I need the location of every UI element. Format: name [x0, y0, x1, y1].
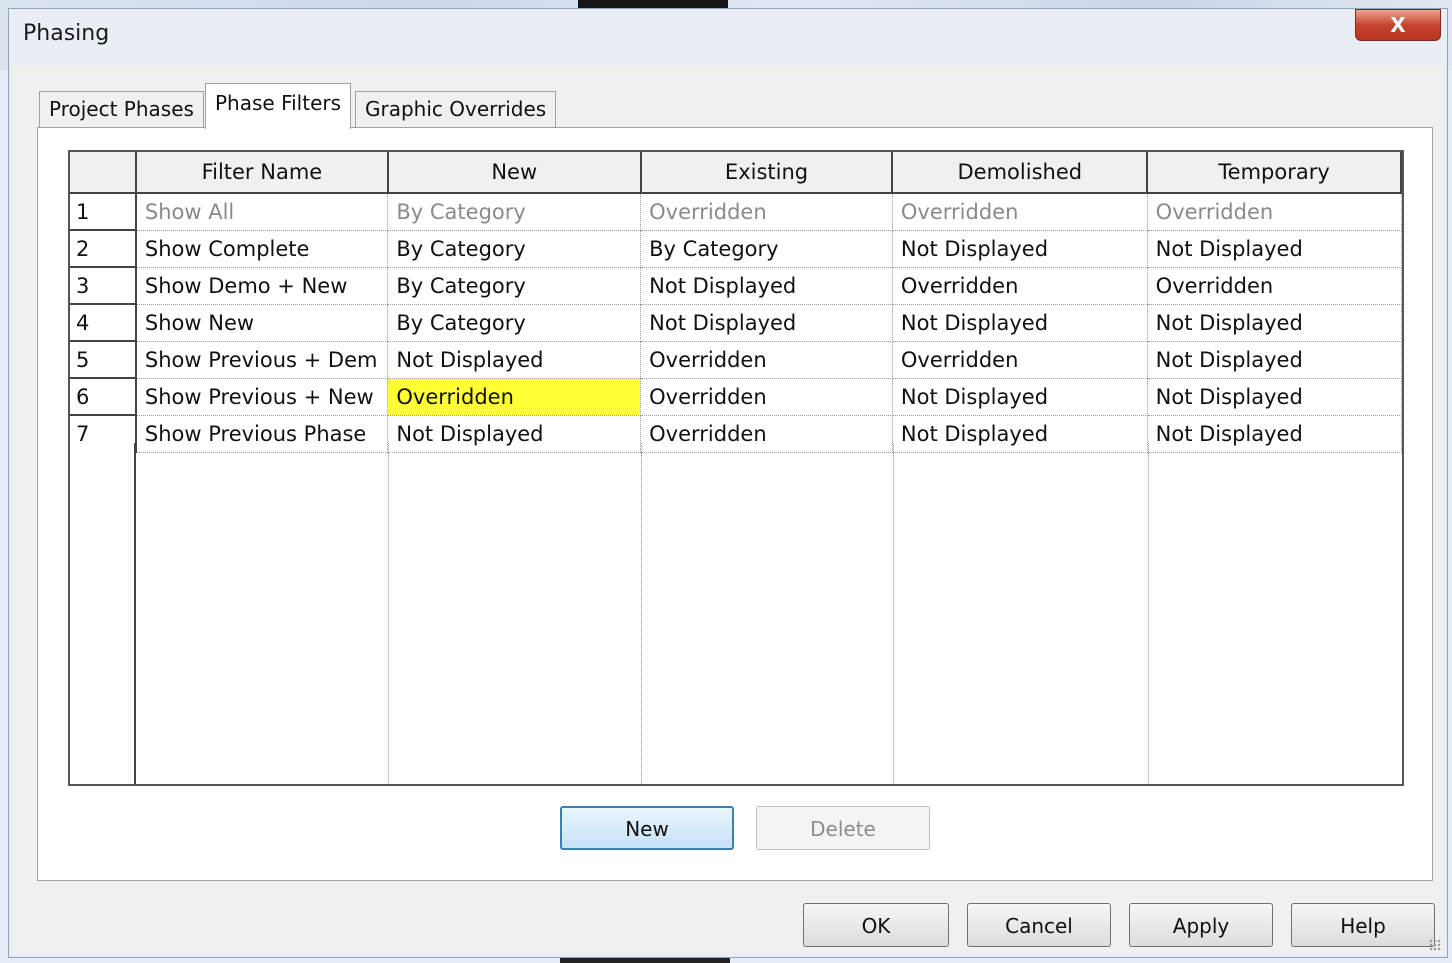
column-header-demolished[interactable]: Demolished — [892, 152, 1149, 194]
cell-demolished[interactable]: Overridden — [892, 341, 1148, 379]
cell-existing[interactable]: Overridden — [640, 415, 893, 453]
cell-filter-name[interactable]: Show Demo + New — [135, 267, 389, 305]
row-number[interactable]: 6 — [70, 378, 137, 416]
column-divider — [641, 443, 642, 784]
cell-existing[interactable]: Overridden — [640, 378, 893, 416]
cell-temporary[interactable]: Not Displayed — [1147, 415, 1402, 453]
filters-table: Filter Name New Existing Demolished Temp… — [70, 152, 1402, 453]
apply-button[interactable]: Apply — [1129, 903, 1273, 947]
table-row[interactable]: 6 Show Previous + New Overridden Overridden… — [70, 378, 1402, 416]
row-header-empty-area — [70, 443, 136, 784]
table-row[interactable]: 4 Show New By Category Not Displayed Not Dis… — [70, 304, 1402, 342]
cell-filter-name[interactable]: Show All — [135, 193, 389, 231]
row-number[interactable]: 5 — [70, 341, 137, 379]
cell-filter-name[interactable]: Show Previous Phase — [135, 415, 389, 453]
cell-temporary[interactable]: Not Displayed — [1147, 341, 1402, 379]
cell-temporary[interactable]: Not Displayed — [1147, 304, 1402, 342]
cell-demolished[interactable]: Not Displayed — [892, 415, 1148, 453]
cell-temporary[interactable]: Overridden — [1147, 267, 1402, 305]
dialog-title: Phasing — [23, 21, 110, 46]
column-header-new[interactable]: New — [387, 152, 642, 194]
cell-new[interactable]: Not Displayed — [387, 415, 642, 453]
tab-graphic-overrides[interactable]: Graphic Overrides — [355, 91, 557, 127]
cell-demolished[interactable]: Overridden — [892, 267, 1148, 305]
cell-demolished[interactable]: Not Displayed — [892, 378, 1148, 416]
cell-temporary[interactable]: Not Displayed — [1147, 378, 1402, 416]
table-row[interactable]: 2 Show Complete By Category By Category Not … — [70, 230, 1402, 268]
phasing-dialog: Phasing X Project Phases Phase Filters G… — [8, 8, 1448, 958]
table-row[interactable]: 5 Show Previous + Dem Not Displayed Overrid… — [70, 341, 1402, 379]
column-header-temporary[interactable]: Temporary — [1147, 152, 1402, 194]
ok-button[interactable]: OK — [803, 903, 949, 947]
cell-existing[interactable]: Overridden — [640, 341, 893, 379]
dialog-client-area: Project Phases Phase Filters Graphic Ove… — [13, 65, 1443, 953]
cell-existing[interactable]: Overridden — [640, 193, 893, 231]
cell-filter-name[interactable]: Show Previous + Dem — [135, 341, 389, 379]
row-number-header — [70, 152, 137, 194]
row-number[interactable]: 2 — [70, 230, 137, 268]
cell-existing[interactable]: By Category — [640, 230, 893, 268]
cell-temporary[interactable]: Overridden — [1147, 193, 1402, 231]
column-divider — [1148, 443, 1149, 784]
tab-phase-filters[interactable]: Phase Filters — [205, 83, 352, 129]
resize-grip-icon[interactable] — [1429, 939, 1441, 951]
cell-new[interactable]: By Category — [387, 193, 642, 231]
phase-filters-panel: Filter Name New Existing Demolished Temp… — [37, 127, 1433, 881]
cell-demolished[interactable]: Not Displayed — [892, 230, 1148, 268]
cell-new[interactable]: By Category — [387, 267, 642, 305]
phase-filters-table: Filter Name New Existing Demolished Temp… — [68, 150, 1404, 786]
delete-filter-button[interactable]: Delete — [756, 806, 930, 850]
row-number[interactable]: 3 — [70, 267, 137, 305]
tab-project-phases[interactable]: Project Phases — [39, 91, 204, 127]
table-header-row: Filter Name New Existing Demolished Temp… — [70, 152, 1402, 194]
cell-filter-name[interactable]: Show New — [135, 304, 389, 342]
close-button[interactable]: X — [1355, 9, 1441, 41]
column-header-existing[interactable]: Existing — [640, 152, 894, 194]
cell-demolished[interactable]: Overridden — [892, 193, 1148, 231]
cell-temporary[interactable]: Not Displayed — [1147, 230, 1402, 268]
cell-filter-name[interactable]: Show Complete — [135, 230, 389, 268]
new-filter-button[interactable]: New — [560, 806, 734, 850]
column-divider — [388, 443, 389, 784]
table-row[interactable]: 3 Show Demo + New By Category Not Displayed… — [70, 267, 1402, 305]
cell-new[interactable]: Overridden — [387, 378, 642, 416]
cell-new[interactable]: By Category — [387, 304, 642, 342]
help-button[interactable]: Help — [1291, 903, 1435, 947]
table-row[interactable]: 7 Show Previous Phase Not Displayed Overrid… — [70, 415, 1402, 453]
close-icon: X — [1390, 13, 1406, 37]
cancel-button[interactable]: Cancel — [967, 903, 1111, 947]
cell-demolished[interactable]: Not Displayed — [892, 304, 1148, 342]
row-number[interactable]: 4 — [70, 304, 137, 342]
cell-new[interactable]: By Category — [387, 230, 642, 268]
column-divider — [893, 443, 894, 784]
column-header-filter-name[interactable]: Filter Name — [135, 152, 389, 194]
cell-filter-name[interactable]: Show Previous + New — [135, 378, 389, 416]
cell-existing[interactable]: Not Displayed — [640, 267, 893, 305]
cell-existing[interactable]: Not Displayed — [640, 304, 893, 342]
table-row[interactable]: 1 Show All By Category Overridden Overridden… — [70, 193, 1402, 231]
cell-new[interactable]: Not Displayed — [387, 341, 642, 379]
title-bar: Phasing X — [9, 9, 1447, 65]
row-number[interactable]: 1 — [70, 193, 137, 231]
